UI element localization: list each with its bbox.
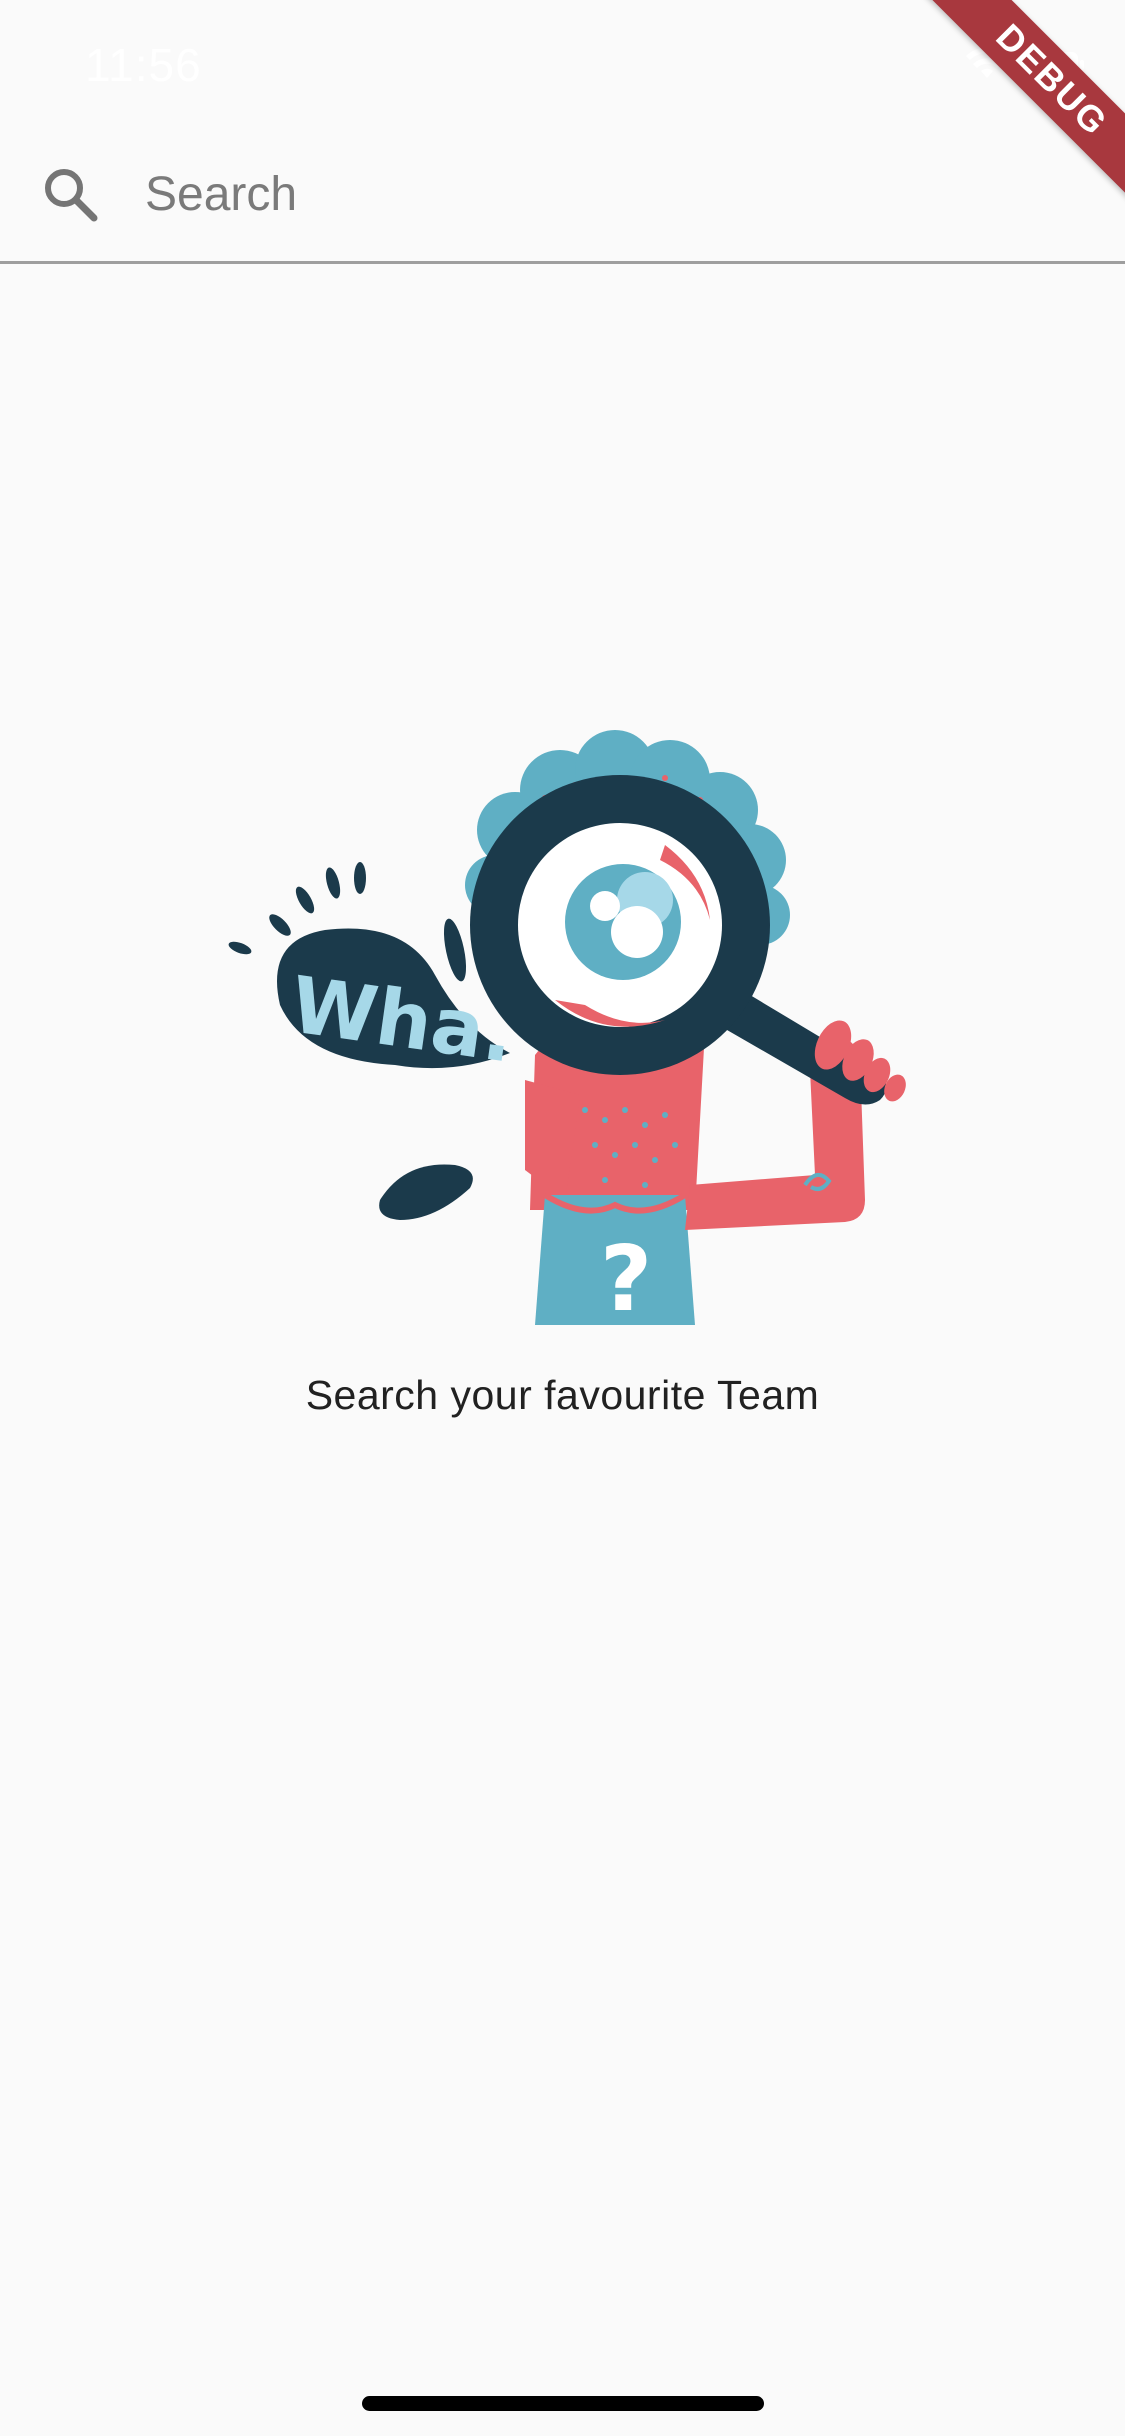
home-indicator[interactable] (362, 2396, 764, 2411)
search-input[interactable] (145, 154, 1045, 234)
search-illustration: ? Wha. (228, 730, 906, 1332)
shirt-question-mark: ? (600, 1227, 652, 1332)
status-time: 11:56 (85, 39, 202, 91)
speech-drop (379, 1164, 473, 1220)
search-icon[interactable] (40, 164, 102, 226)
empty-state-message: Search your favourite Team (305, 1372, 820, 1418)
search-bar (0, 132, 1125, 264)
